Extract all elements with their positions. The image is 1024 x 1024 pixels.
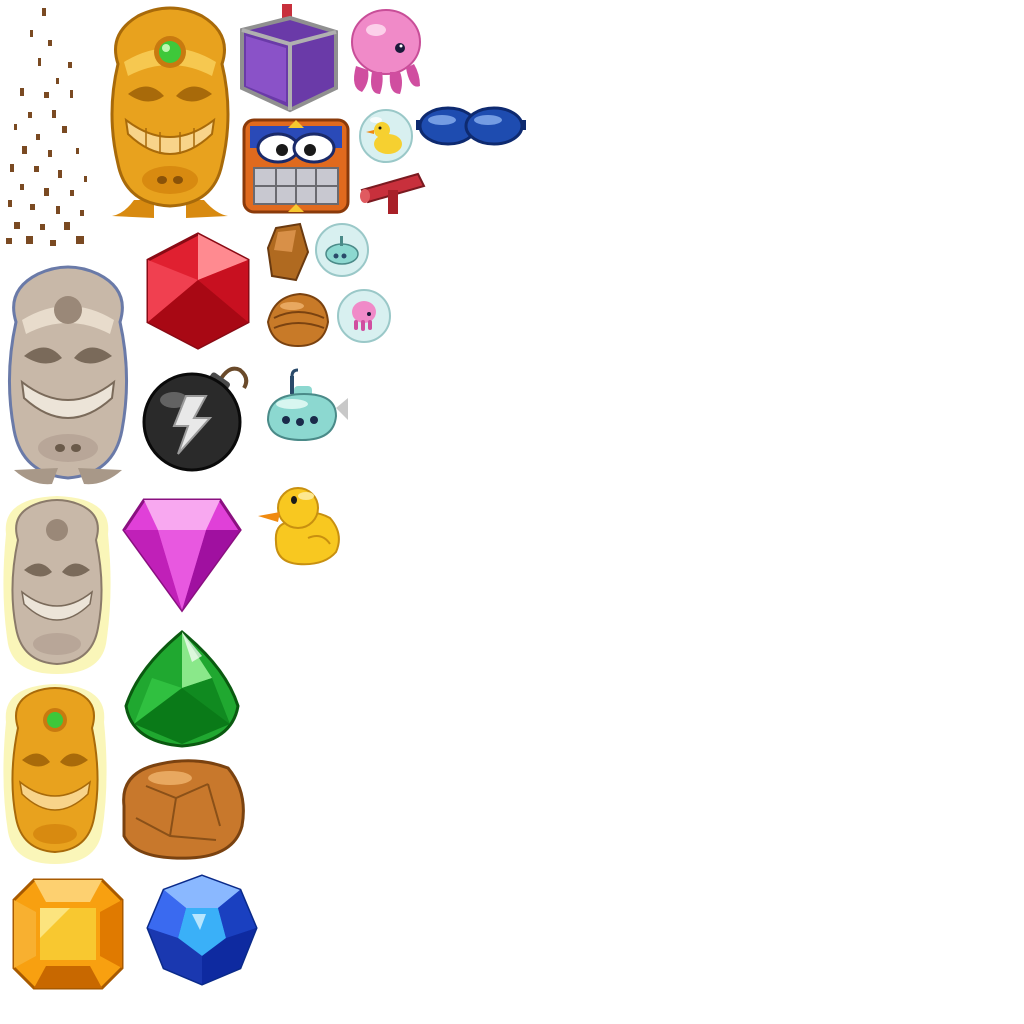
black-bomb-icon [140, 360, 256, 472]
submarine-icon [264, 368, 350, 444]
gold-tiki-idol-icon [104, 4, 236, 222]
pink-octopus-icon [348, 8, 424, 96]
gold-tiki-idol-glow-icon [2, 682, 108, 866]
purple-crate-plunger-icon [238, 4, 338, 113]
duck-bubble-icon [358, 108, 414, 164]
sprite-atlas [0, 0, 1024, 1024]
submarine-bubble-icon [314, 222, 370, 278]
rock-shard-small-icon [266, 222, 310, 284]
dirt-particles-icon [0, 0, 100, 260]
blue-round-gem-icon [144, 872, 260, 988]
angry-stone-block-icon [242, 118, 350, 214]
orange-square-gem-icon [10, 876, 126, 992]
walnut-rock-icon [264, 290, 332, 350]
octopus-bubble-icon [336, 288, 392, 344]
rubber-duck-icon [256, 482, 342, 568]
red-gem-icon [142, 230, 254, 352]
stone-tiki-idol-icon [2, 264, 134, 488]
blue-goggles-icon [416, 104, 526, 148]
green-gem-icon [122, 628, 242, 750]
stone-tiki-idol-glow-icon [2, 494, 112, 676]
red-pipe-handle-icon [358, 166, 426, 214]
large-rock-icon [116, 756, 248, 862]
pink-diamond-gem-icon [122, 494, 242, 614]
